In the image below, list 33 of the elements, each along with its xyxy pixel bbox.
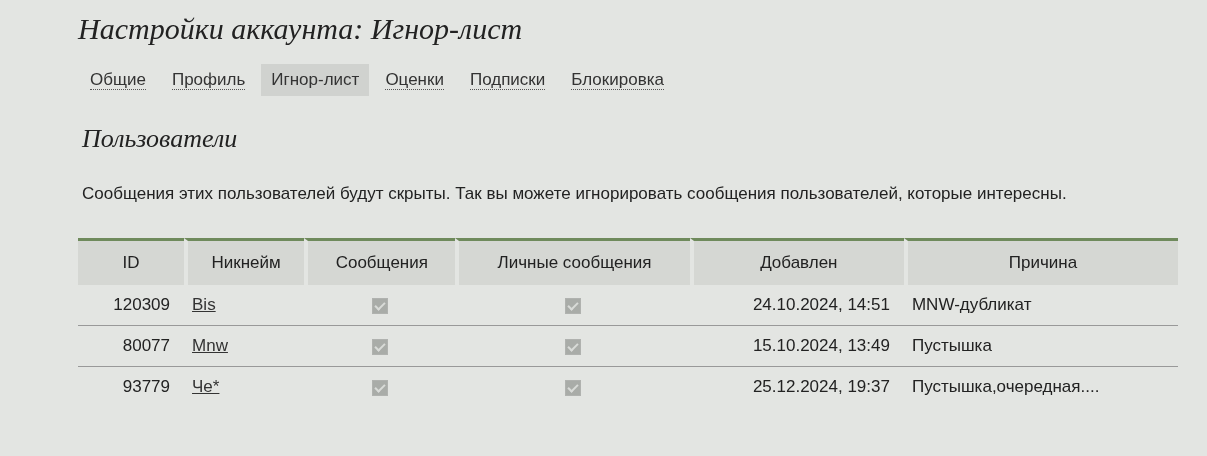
column-header: ID (78, 238, 185, 286)
tab[interactable]: Игнор-лист (261, 64, 370, 96)
table-cell-text: 93779 (121, 376, 172, 399)
column-header: Сообщения (304, 238, 456, 286)
tab[interactable]: Блокировка (561, 64, 674, 96)
tab[interactable]: Подписки (459, 64, 556, 96)
checkbox[interactable] (371, 297, 388, 314)
table-cell: Пустышка (903, 326, 1178, 368)
checkbox[interactable] (564, 338, 581, 355)
checkbox[interactable] (371, 379, 388, 396)
table-cell: MNW-дубликат (903, 285, 1178, 327)
column-header: Причина (903, 238, 1178, 286)
nickname-link[interactable]: Mnw (192, 336, 228, 356)
page-title: Настройки аккаунта: Игнор-лист (78, 12, 524, 46)
column-header: Добавлен (689, 238, 904, 286)
table-cell: 15.10.2024, 13:49 (689, 326, 904, 368)
tab[interactable]: Профиль (161, 64, 256, 96)
section-title: Пользователи (82, 124, 239, 154)
description-text: Сообщения этих пользователей будут скрыты. Так вы можете игнорировать сообщения пользователей, которые интересны. (82, 183, 1068, 205)
table-cell-text: Пустышка,очередная.... (910, 376, 1101, 399)
table-cell: 120309 (78, 285, 185, 327)
table-cell: 80077 (78, 326, 185, 368)
checkbox[interactable] (564, 297, 581, 314)
nickname-link[interactable]: Bis (192, 295, 216, 315)
table-cell-text: 25.12.2024, 19:37 (751, 376, 891, 399)
column-header: Никнейм (184, 238, 305, 286)
column-header: Личные сообщения (455, 238, 690, 286)
checkbox[interactable] (371, 338, 388, 355)
tab[interactable]: Общие (80, 64, 156, 96)
table-cell: 24.10.2024, 14:51 (689, 285, 904, 327)
nickname-link[interactable]: Че* (192, 377, 220, 397)
tab[interactable]: Оценки (375, 64, 454, 96)
checkbox[interactable] (564, 379, 581, 396)
